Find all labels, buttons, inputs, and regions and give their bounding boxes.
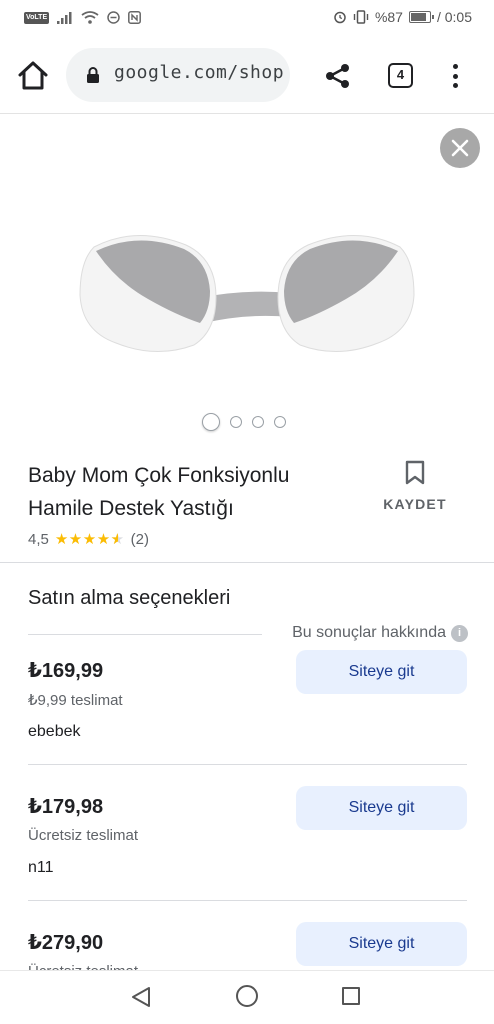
product-title: Baby Mom Çok Fonksiyonlu Hamile Destek Y… [28,464,290,520]
vibrate-icon [353,10,369,24]
back-icon[interactable] [130,985,152,1009]
system-nav-bar [0,970,494,1024]
offer-price: ₺179,98 [28,796,104,818]
product-image-viewer [0,115,494,445]
save-button[interactable]: KAYDET [380,460,450,512]
close-icon [451,139,469,157]
carousel-dot[interactable] [252,416,264,428]
rating-value: 4,5 [28,530,49,548]
info-icon[interactable]: i [451,625,468,642]
overflow-menu-icon[interactable] [445,62,465,90]
status-right: %87 / 0:05 [333,9,472,25]
battery-percent: %87 [374,9,403,25]
status-bar: VoLTE %87 / 0:05 [0,0,494,36]
offer-store: ebebek [28,723,81,740]
home-icon[interactable] [16,60,50,92]
offer-row: ₺279,90 Ücretsiz teslimat Siteye git [28,922,467,980]
rating-row[interactable]: 4,5 ★★★★★★ (2) [28,530,149,549]
browser-toolbar: google.com/shop 4 [0,36,494,114]
purchase-options-title: Satın alma seçenekleri [28,587,231,609]
status-left: VoLTE [24,11,142,24]
go-to-site-button[interactable]: Siteye git [296,650,467,694]
battery-level [410,13,426,21]
home-nav-icon[interactable] [236,985,258,1007]
bookmark-icon [405,460,425,485]
carousel-dot[interactable] [274,416,286,428]
status-time: / 0:05 [436,9,472,25]
recent-apps-icon[interactable] [342,987,360,1005]
alarm-icon [334,11,346,24]
battery-icon [408,11,434,23]
no-disturb-icon [107,11,120,24]
about-results-link[interactable]: Bu sonuçlar hakkında [292,624,446,642]
divider [28,900,467,901]
offer-store: n11 [28,859,54,876]
offer-row: ₺179,98 Ücretsiz teslimat n11 Siteye git [28,786,467,930]
divider [28,764,467,765]
offer-price: ₺169,99 [28,660,104,682]
carousel-dot[interactable] [202,413,220,431]
clock-time: 0:05 [444,9,472,25]
offer-row: ₺169,99 ₺9,99 teslimat ebebek Siteye git [28,650,467,794]
wifi-icon [81,11,99,24]
review-count: (2) [130,530,149,548]
offer-price: ₺279,90 [28,932,104,954]
url-text: google.com/shop [114,62,285,83]
tab-switcher-button[interactable]: 4 [388,63,413,88]
share-icon[interactable] [324,62,352,90]
divider [28,634,262,635]
tab-count: 4 [396,67,405,82]
go-to-site-button[interactable]: Siteye git [296,786,467,830]
offer-shipping: ₺9,99 teslimat [28,692,123,709]
address-bar[interactable]: google.com/shop [66,48,290,102]
product-image[interactable] [76,227,418,357]
star-rating-icon: ★★★★★★ [54,531,125,548]
close-button[interactable] [440,128,480,168]
image-carousel-dots [202,413,286,431]
carousel-dot[interactable] [230,416,242,428]
signal-icon [57,11,72,24]
go-to-site-button[interactable]: Siteye git [296,922,467,966]
save-label: KAYDET [383,496,447,512]
offer-shipping: Ücretsiz teslimat [28,827,139,844]
divider [0,562,494,563]
lock-icon [87,67,99,83]
nfc-icon [128,11,142,24]
about-results-row: Bu sonuçlar hakkında i [28,622,468,646]
volte-badge: VoLTE [24,11,50,24]
